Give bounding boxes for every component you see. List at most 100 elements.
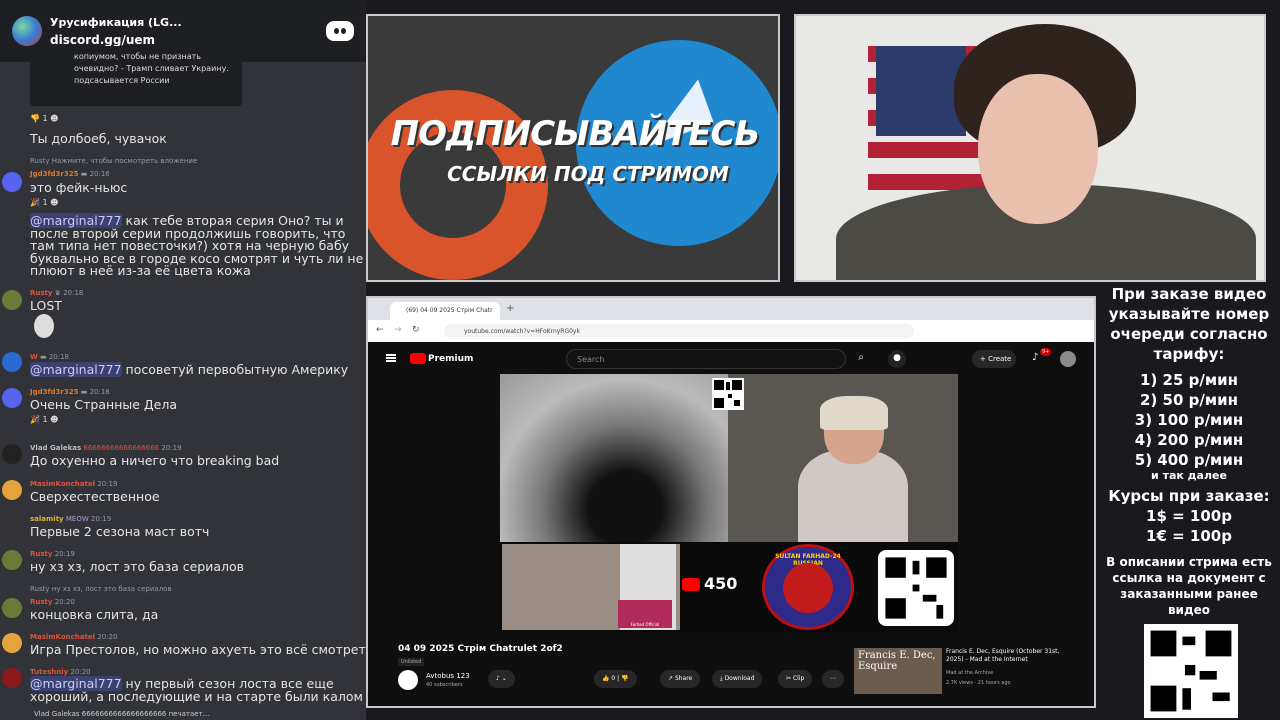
reload-icon[interactable]: ↻ (412, 325, 420, 335)
message-text: концовка слита, да (30, 607, 159, 622)
browser-window: (69) 04 09 2025 Стрім Chatr + ← → ↻ yout… (366, 296, 1096, 708)
menu-icon[interactable] (386, 354, 396, 362)
tariff-item: 2) 50 р/мин (1140, 391, 1238, 409)
browser-tab[interactable]: (69) 04 09 2025 Стрім Chatr (390, 302, 500, 320)
notification-badge: 9+ (1040, 348, 1052, 356)
channel-avatar[interactable] (398, 670, 418, 690)
channel-name[interactable]: Avtobus 123 (426, 672, 470, 680)
username[interactable]: Jgd3fd3r325 (30, 170, 79, 178)
timestamp: 20:19 (91, 515, 112, 523)
rate-item: 1€ = 100р (1146, 527, 1232, 545)
avatar[interactable] (2, 598, 22, 618)
back-icon[interactable]: ← (376, 325, 384, 335)
subscriber-count: 40 subscribers (426, 682, 463, 688)
avatar[interactable] (2, 633, 22, 653)
timestamp: 20:20 (70, 668, 91, 676)
message-text: До охуенно а ничего что breaking bad (30, 453, 280, 468)
like-button[interactable]: 👍 0 | 👎 (594, 670, 637, 688)
order-header: При заказе видео указывайте номер очеред… (1108, 285, 1270, 363)
bell-icon[interactable]: ♪ (1032, 352, 1038, 363)
create-label: Create (988, 355, 1012, 363)
reply-preview[interactable]: Rusty Нажмите, чтобы посмотреть вложение (30, 157, 197, 165)
thumbnail-text: Francis E. Dec, Esquire (858, 650, 936, 672)
recommended-thumbnail[interactable]: Francis E. Dec, Esquire (854, 648, 942, 694)
tariff-item: 5) 400 р/мин (1134, 451, 1244, 469)
avatar[interactable] (2, 550, 22, 570)
reaction[interactable]: 🎉 1 ☻ (30, 198, 58, 207)
qr-code-icon (878, 550, 954, 626)
url-input[interactable]: youtube.com/watch?v=HFoKrnyRG0yk (444, 324, 914, 338)
message-text: Игра Престолов, но можно ахуеть это всё … (30, 642, 366, 657)
flag-stars (876, 46, 966, 136)
search-input[interactable]: Search (566, 349, 846, 369)
subscribe-bell-button[interactable]: ♪ ⌄ (488, 670, 515, 688)
message-text: @marginal777 ну первый сезон лоста все е… (30, 676, 366, 703)
timestamp: 20:20 (97, 633, 118, 641)
create-button[interactable]: + Create (972, 350, 1016, 368)
share-label: Share (674, 675, 693, 682)
new-tab-icon[interactable]: + (506, 303, 514, 314)
message-text: Сверхестественное (30, 489, 160, 504)
person-face (978, 74, 1098, 224)
recommended-channel[interactable]: Mad at the Archive (946, 670, 993, 676)
avatar[interactable] (2, 352, 22, 372)
quote-line: подсасывается России (74, 76, 170, 85)
username[interactable]: MasimKonchatel (30, 633, 95, 641)
reply-preview[interactable]: Rusty ну хз хз, лост это база сериалов (30, 585, 172, 593)
quoted-embed: копиумом, чтобы не признать очевидно? - … (30, 46, 242, 106)
sticker-image (34, 314, 54, 338)
reaction[interactable]: 🎉 1 ☻ (30, 415, 58, 424)
clip-button[interactable]: ✂ Clip (778, 670, 813, 688)
promo-banner: ПОДПИСЫВАЙТЕСЬ ССЫЛКИ ПОД СТРИМОМ (366, 14, 780, 282)
username[interactable]: Tuteshniy (30, 668, 68, 676)
avatar[interactable] (2, 172, 22, 192)
youtube-logo-icon[interactable] (410, 353, 426, 364)
qr-code-icon (1144, 624, 1238, 718)
timestamp: 20:18 (63, 289, 84, 297)
forward-icon[interactable]: → (394, 325, 402, 335)
more-button[interactable]: ⋯ (822, 670, 844, 688)
timestamp: 20:18 (89, 388, 110, 396)
download-button[interactable]: ⤓ Download (712, 670, 763, 688)
username[interactable]: Rusty (30, 550, 52, 558)
username[interactable]: Rusty (30, 289, 52, 297)
username[interactable]: salamity (30, 515, 64, 523)
username[interactable]: Jgd3fd3r325 (30, 388, 79, 396)
username[interactable]: Rusty (30, 598, 52, 606)
user-tag: 66666666666666666 (83, 444, 160, 452)
tariff-item: 1) 25 р/мин (1140, 371, 1238, 389)
message-body: посоветуй первобытную Америку (121, 362, 349, 377)
username[interactable]: W (30, 353, 38, 361)
clip-label: Clip (792, 675, 805, 682)
description-note: В описании стрима есть ссылка на докумен… (1106, 555, 1272, 617)
mic-icon[interactable]: ● (888, 350, 906, 368)
username[interactable]: MasimKonchatel (30, 480, 95, 488)
share-button[interactable]: ↗ Share (660, 670, 701, 688)
youtube-brand[interactable]: Premium (428, 354, 473, 364)
seal-center (783, 563, 833, 613)
video-player[interactable]: Farhad Official 450 SULTAN FARHAD-24 RUS… (500, 374, 958, 632)
avatar[interactable] (2, 668, 22, 688)
rate-item: 1$ = 100р (1146, 507, 1232, 525)
avatar[interactable] (2, 515, 22, 535)
quote-line: очевидно? - Трамп сливает Украину. (74, 64, 229, 73)
message-text: ну хз хз, лост это база сериалов (30, 559, 245, 574)
mention[interactable]: @marginal777 (30, 362, 122, 377)
recommended-title[interactable]: Francis E. Dec, Esquire (October 31st, 2… (946, 648, 1066, 664)
tariff-item: 4) 200 р/мин (1134, 431, 1244, 449)
tariff-etc: и так далее (1151, 469, 1227, 482)
avatar[interactable] (2, 290, 22, 310)
avatar[interactable] (2, 444, 22, 464)
webcam-feed (794, 14, 1266, 282)
quote-line: копиумом, чтобы не признать (74, 52, 201, 61)
account-avatar[interactable] (1060, 351, 1076, 367)
timestamp: 20:19 (97, 480, 118, 488)
username[interactable]: Vlad Galekas (30, 444, 81, 452)
timestamp: 20:18 (48, 353, 69, 361)
overlay-strip: Farhad Official 450 SULTAN FARHAD-24 RUS… (500, 542, 958, 632)
reaction[interactable]: 👎 1 ☻ (30, 114, 58, 123)
tab-bar: (69) 04 09 2025 Стрім Chatr + (368, 298, 1094, 320)
search-icon[interactable]: ⌕ (846, 349, 876, 369)
avatar[interactable] (2, 388, 22, 408)
avatar[interactable] (2, 480, 22, 500)
